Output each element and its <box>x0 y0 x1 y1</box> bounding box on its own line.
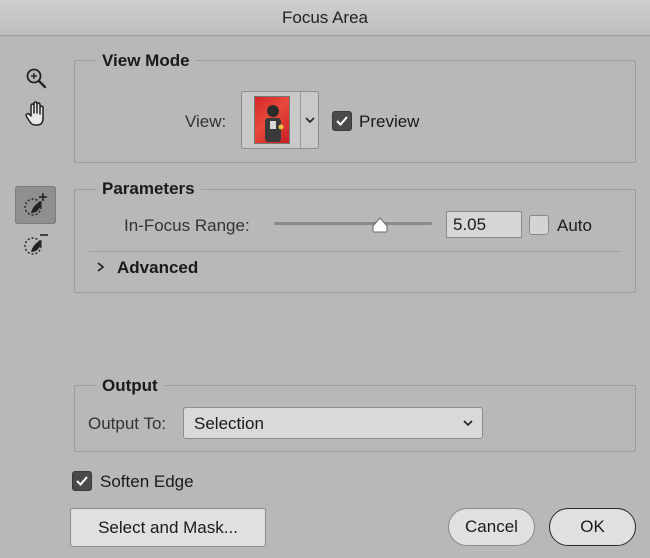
in-focus-range-label: In-Focus Range: <box>124 216 250 235</box>
auto-checkbox[interactable] <box>529 215 549 235</box>
focus-area-add-icon <box>23 193 47 216</box>
window-title-bar: Focus Area <box>0 0 650 36</box>
advanced-toggle[interactable]: Advanced <box>117 258 198 278</box>
soften-edge-label: Soften Edge <box>100 472 194 491</box>
output-to-value: Selection <box>194 414 264 433</box>
person-thumbnail-icon <box>265 105 284 142</box>
checkmark-icon <box>76 476 88 486</box>
hand-tool-button[interactable] <box>21 98 51 130</box>
cancel-button[interactable]: Cancel <box>448 508 535 546</box>
slider-thumb-icon <box>372 217 388 233</box>
checkmark-icon <box>336 116 348 126</box>
view-mode-dropdown[interactable] <box>241 91 319 149</box>
parameters-separator <box>89 251 621 252</box>
output-to-select[interactable]: Selection <box>183 407 483 439</box>
view-mode-title: View Mode <box>96 51 196 71</box>
preview-checkbox[interactable] <box>332 111 352 131</box>
focus-area-add-tool-button[interactable] <box>15 186 56 224</box>
hand-icon <box>25 101 44 126</box>
chevron-down-icon <box>463 420 473 427</box>
zoom-icon <box>26 68 47 89</box>
in-focus-range-slider-thumb[interactable] <box>371 217 389 238</box>
auto-label: Auto <box>557 216 592 235</box>
view-mode-group <box>74 60 636 163</box>
output-title: Output <box>96 376 164 396</box>
focus-area-subtract-tool-button[interactable] <box>17 228 55 260</box>
chevron-right-icon[interactable] <box>96 261 105 273</box>
chevron-down-icon <box>305 117 315 124</box>
window-title: Focus Area <box>282 7 368 27</box>
view-thumbnail <box>254 96 290 144</box>
select-and-mask-button[interactable]: Select and Mask... <box>70 508 266 547</box>
focus-area-subtract-icon <box>24 234 48 255</box>
in-focus-range-slider-track[interactable] <box>274 222 432 225</box>
parameters-title: Parameters <box>96 179 201 199</box>
soften-edge-checkbox[interactable] <box>72 471 92 491</box>
zoom-tool-button[interactable] <box>22 64 50 92</box>
view-label: View: <box>185 112 227 131</box>
output-to-label: Output To: <box>88 414 167 433</box>
preview-label: Preview <box>359 112 420 131</box>
ok-button[interactable]: OK <box>549 508 636 546</box>
in-focus-range-input[interactable]: 5.05 <box>446 211 522 238</box>
dropdown-divider <box>300 92 301 148</box>
